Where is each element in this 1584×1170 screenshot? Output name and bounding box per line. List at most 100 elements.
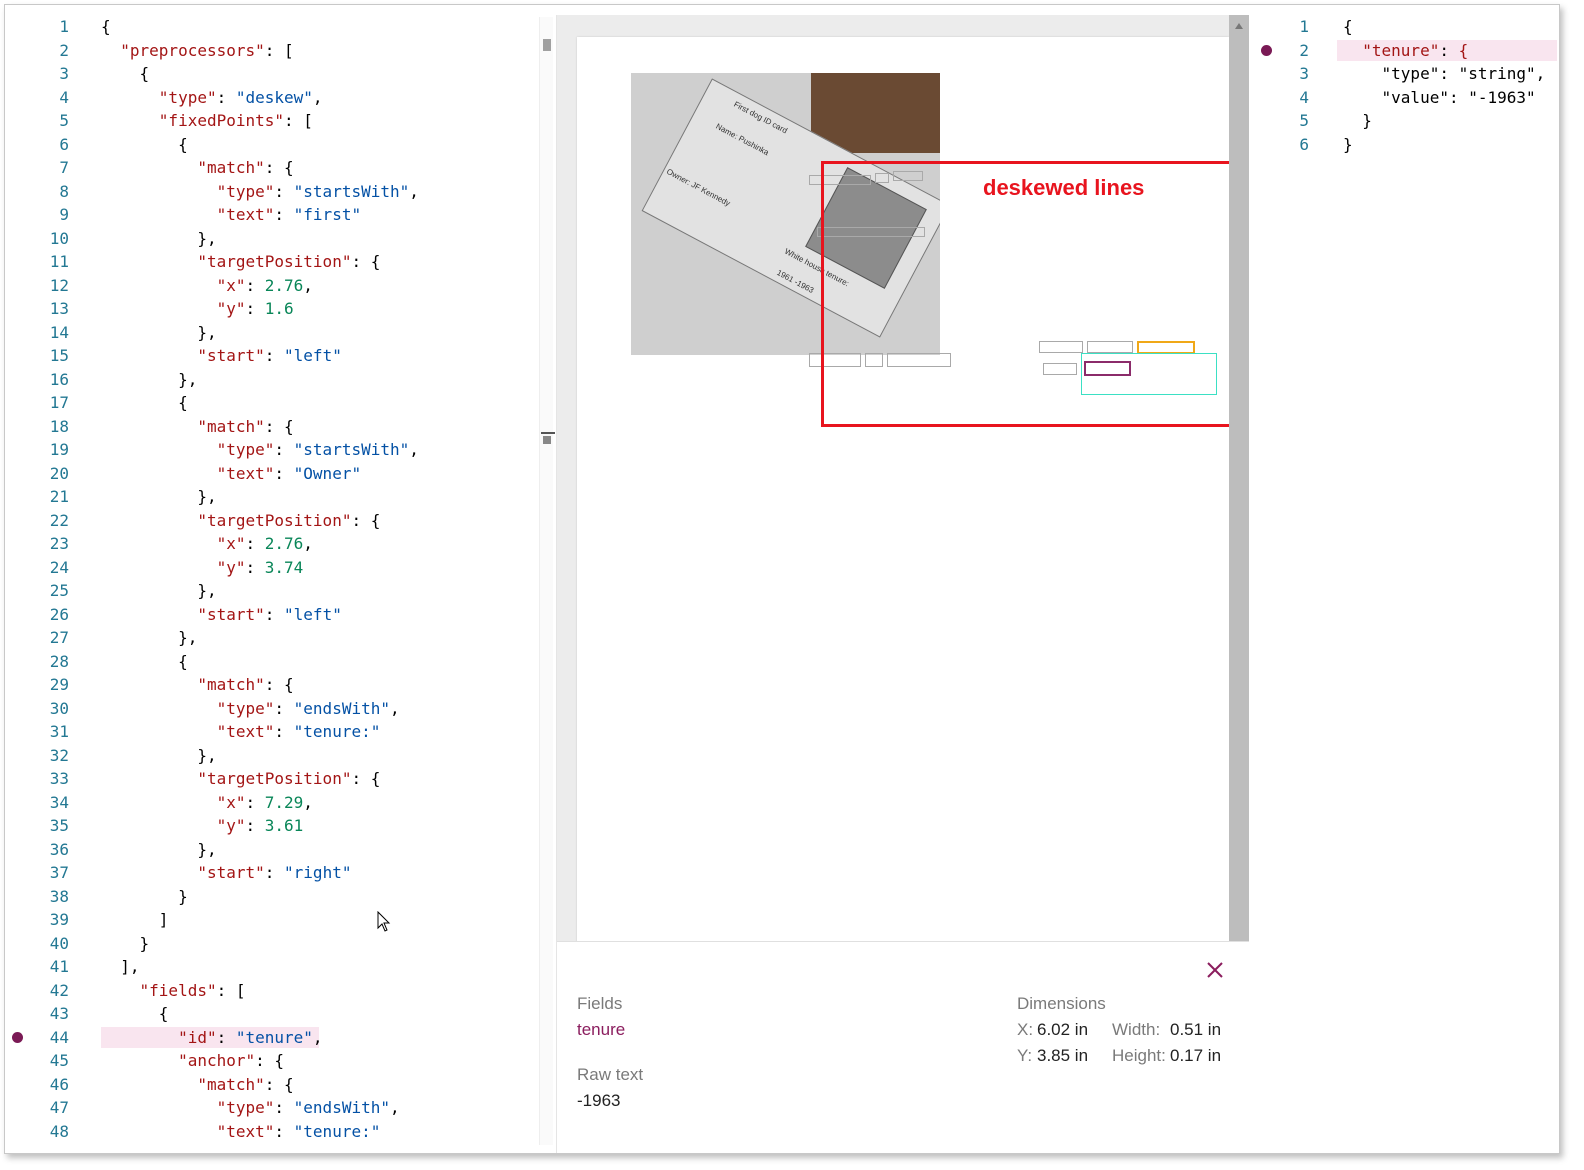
code-text[interactable]: "tenure": { [1343,39,1468,63]
breakpoint-dot-icon[interactable] [12,1031,23,1043]
code-text[interactable]: "value": "-1963" [1343,86,1536,110]
code-line[interactable]: 7 "match": { [5,156,556,180]
code-text[interactable]: "match": { [101,1073,293,1097]
code-line[interactable]: 6} [1249,133,1559,157]
code-line[interactable]: 42 "fields": [ [5,979,556,1003]
code-line[interactable]: 36 }, [5,838,556,862]
code-text[interactable]: "fields": [ [101,979,246,1003]
code-text[interactable]: "x": 2.76, [101,532,313,556]
code-line[interactable]: 48 "text": "tenure:" [5,1120,556,1144]
code-text[interactable]: "y": 1.6 [101,297,294,321]
code-text[interactable]: "start": "left" [101,344,342,368]
code-text[interactable]: "start": "left" [101,603,342,627]
code-line[interactable]: 21 }, [5,485,556,509]
code-text[interactable]: "text": "Owner" [101,462,362,486]
config-editor[interactable]: 1{2 "preprocessors": [3 {4 "type": "desk… [5,15,557,1153]
code-text[interactable]: "y": 3.61 [101,814,304,838]
code-text[interactable]: { [101,15,111,39]
code-line[interactable]: 46 "match": { [5,1073,556,1097]
code-line[interactable]: 31 "text": "tenure:" [5,720,556,744]
code-line[interactable]: 26 "start": "left" [5,603,556,627]
code-line[interactable]: 28 { [5,650,556,674]
code-text[interactable]: } [101,885,188,909]
code-line[interactable]: 2 "tenure": { [1249,39,1559,63]
code-text[interactable]: }, [101,744,216,768]
code-text[interactable]: ] [101,908,169,932]
code-text[interactable]: } [101,932,150,956]
code-line[interactable]: 1{ [1249,15,1559,39]
code-line[interactable]: 2 "preprocessors": [ [5,39,556,63]
code-text[interactable]: }, [101,626,197,650]
code-text[interactable]: "preprocessors": [ [101,39,293,63]
code-text[interactable]: "fixedPoints": [ [101,109,313,133]
code-line[interactable]: 25 }, [5,579,556,603]
code-text[interactable]: } [1343,133,1353,157]
code-line[interactable]: 8 "type": "startsWith", [5,180,556,204]
preview-scrollbar[interactable] [1229,15,1249,941]
code-text[interactable]: "match": { [101,673,293,697]
code-line[interactable]: 44 "id": "tenure", [5,1026,556,1050]
code-text[interactable]: }, [101,579,216,603]
code-line[interactable]: 24 "y": 3.74 [5,556,556,580]
code-line[interactable]: 15 "start": "left" [5,344,556,368]
editor-scrollbar-thumb[interactable] [543,39,551,51]
code-text[interactable]: "match": { [101,156,293,180]
close-icon[interactable] [1205,960,1225,980]
code-text[interactable]: "anchor": { [101,1049,284,1073]
code-line[interactable]: 30 "type": "endsWith", [5,697,556,721]
code-line[interactable]: 12 "x": 2.76, [5,274,556,298]
code-line[interactable]: 22 "targetPosition": { [5,509,556,533]
code-line[interactable]: 3 "type": "string", [1249,62,1559,86]
code-text[interactable]: "x": 2.76, [101,274,313,298]
code-line[interactable]: 20 "text": "Owner" [5,462,556,486]
code-text[interactable]: }, [101,838,216,862]
code-line[interactable]: 23 "x": 2.76, [5,532,556,556]
code-line[interactable]: 4 "value": "-1963" [1249,86,1559,110]
code-line[interactable]: 43 { [5,1002,556,1026]
code-line[interactable]: 19 "type": "startsWith", [5,438,556,462]
code-line[interactable]: 5 "fixedPoints": [ [5,109,556,133]
code-line[interactable]: 13 "y": 1.6 [5,297,556,321]
code-line[interactable]: 35 "y": 3.61 [5,814,556,838]
code-text[interactable]: ], [101,955,139,979]
code-text[interactable]: "targetPosition": { [101,250,380,274]
code-text[interactable]: "match": { [101,415,293,439]
code-text[interactable]: "x": 7.29, [101,791,313,815]
field-name-link[interactable]: tenure [577,1020,625,1040]
code-line[interactable]: 9 "text": "first" [5,203,556,227]
code-line[interactable]: 34 "x": 7.29, [5,791,556,815]
code-text[interactable]: { [101,62,150,86]
code-line[interactable]: 3 { [5,62,556,86]
code-text[interactable]: { [101,1002,169,1026]
code-line[interactable]: 41 ], [5,955,556,979]
code-text[interactable]: }, [101,321,216,345]
code-text[interactable]: } [1343,109,1372,133]
code-line[interactable]: 27 }, [5,626,556,650]
editor-scrollbar[interactable] [539,17,553,1145]
code-text[interactable]: "text": "first" [101,203,362,227]
code-line[interactable]: 45 "anchor": { [5,1049,556,1073]
code-line[interactable]: 38 } [5,885,556,909]
code-line[interactable]: 17 { [5,391,556,415]
code-line[interactable]: 32 }, [5,744,556,768]
code-text[interactable]: "id": "tenure", [101,1026,323,1050]
output-editor[interactable]: 1{2 "tenure": {3 "type": "string", 4 "val… [1249,15,1559,1153]
code-text[interactable]: "type": "deskew", [101,86,323,110]
code-text[interactable]: "type": "endsWith", [101,697,400,721]
code-text[interactable]: "targetPosition": { [101,509,380,533]
code-text[interactable]: }, [101,227,216,251]
code-line[interactable]: 39 ] [5,908,556,932]
code-line[interactable]: 47 "type": "endsWith", [5,1096,556,1120]
code-text[interactable]: { [101,133,188,157]
scroll-up-arrow-icon[interactable] [1235,23,1243,29]
code-text[interactable]: { [1343,15,1353,39]
code-text[interactable]: "type": "startsWith", [101,180,419,204]
code-text[interactable]: "text": "tenure:" [101,1120,381,1144]
code-line[interactable]: 18 "match": { [5,415,556,439]
code-line[interactable]: 37 "start": "right" [5,861,556,885]
scrollbar-thumb-lower[interactable] [543,436,551,444]
code-text[interactable]: { [101,650,188,674]
code-text[interactable]: "y": 3.74 [101,556,304,580]
code-text[interactable]: "start": "right" [101,861,351,885]
code-text[interactable]: "type": "startsWith", [101,438,419,462]
